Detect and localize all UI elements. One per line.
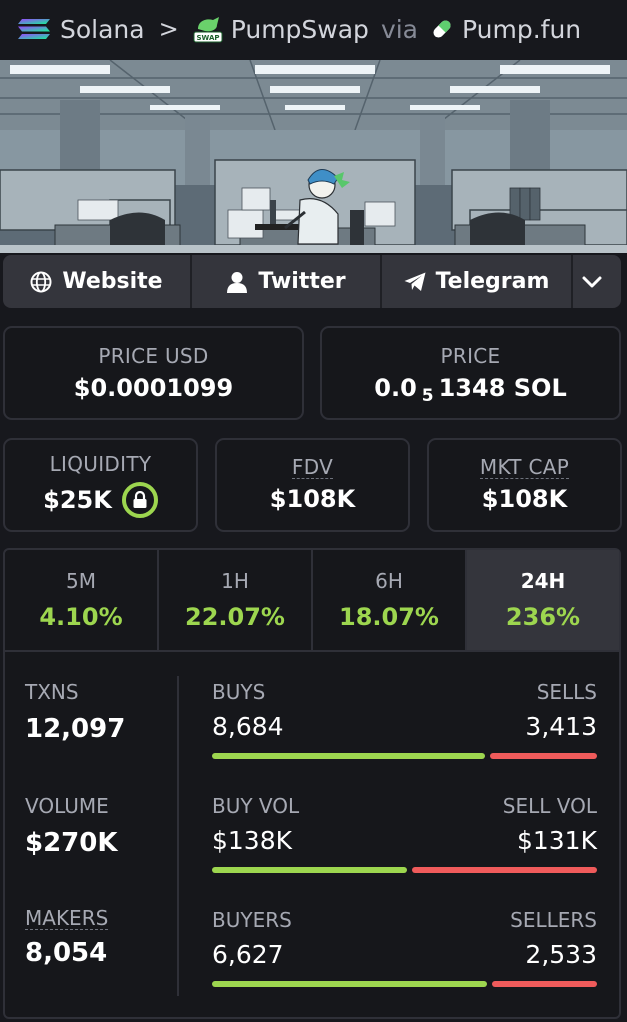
liquidity-label: LIQUIDITY	[49, 452, 152, 476]
sell-vol-value: $131K	[516, 826, 597, 855]
website-button[interactable]: Website	[3, 255, 192, 308]
solana-icon	[18, 19, 50, 39]
trade-stats: TXNS 12,097 VOLUME $270K MAKERS 8,054 BU…	[5, 652, 619, 1021]
pumpswap-icon: SWAP	[193, 17, 223, 43]
mkt-cap-label[interactable]: MKT CAP	[479, 457, 570, 479]
fdv-value: $108K	[269, 485, 356, 513]
chevron-right-icon: >	[158, 15, 179, 43]
breadcrumb: Solana > SWAP PumpSwap via Pump.fun	[0, 0, 627, 58]
sellers-label: SELLERS	[510, 908, 597, 932]
token-banner-image	[0, 60, 627, 253]
sells-label: SELLS	[536, 680, 597, 704]
tab-6h[interactable]: 6H 18.07%	[313, 550, 467, 650]
tab-1h[interactable]: 1H 22.07%	[159, 550, 313, 650]
buy-vol-label: BUY VOL	[212, 794, 300, 818]
buy-vol-value: $138K	[212, 826, 293, 855]
via-label: via	[380, 14, 418, 44]
swap-badge-text: SWAP	[196, 34, 219, 42]
user-icon	[227, 271, 248, 293]
volume-value: $270K	[25, 828, 118, 858]
twitter-button[interactable]: Twitter	[192, 255, 382, 308]
sellers-value: 2,533	[525, 940, 597, 969]
makers-stat: MAKERS 8,054	[25, 907, 109, 968]
sell-vol-bar-fill	[412, 867, 597, 873]
buyers-sellers-bar	[212, 981, 597, 987]
volume-stat: VOLUME $270K	[25, 794, 118, 858]
timeframe-tabs: 5M 4.10% 1H 22.07% 6H 18.07% 24H 236%	[5, 550, 619, 652]
mkt-cap-box: MKT CAP $108K	[427, 438, 622, 532]
mkt-cap-value: $108K	[481, 485, 568, 513]
txns-value: 12,097	[25, 714, 126, 744]
liquidity-value: $25K	[43, 486, 112, 514]
buys-label: BUYS	[212, 680, 266, 704]
txns-label: TXNS	[25, 680, 79, 704]
chevron-down-icon	[582, 276, 602, 287]
price-native-box: PRICE 0.0 5 1348 SOL	[320, 326, 621, 420]
change-1h: 22.07%	[185, 603, 285, 631]
sellers-bar-fill	[492, 981, 597, 987]
social-links-bar: Website Twitter Telegram	[3, 255, 621, 308]
sell-vol-label: SELL VOL	[502, 794, 597, 818]
buy-vol-bar-fill	[212, 867, 407, 873]
change-24h: 236%	[505, 603, 581, 631]
fdv-box: FDV $108K	[215, 438, 410, 532]
tab-5m[interactable]: 5M 4.10%	[5, 550, 159, 650]
tab-24h[interactable]: 24H 236%	[467, 550, 619, 650]
sells-value: 3,413	[525, 712, 597, 741]
makers-label[interactable]: MAKERS	[25, 907, 109, 930]
buys-bar-fill	[212, 753, 485, 759]
more-links-button[interactable]	[573, 255, 621, 308]
price-native-label: PRICE	[440, 344, 501, 368]
makers-value: 8,054	[25, 938, 108, 968]
change-6h: 18.07%	[339, 603, 439, 631]
buys-value: 8,684	[212, 712, 284, 741]
volume-split-bar	[212, 867, 597, 873]
price-usd-label: PRICE USD	[98, 344, 209, 368]
telegram-button[interactable]: Telegram	[382, 255, 573, 308]
buyers-label: BUYERS	[212, 908, 292, 932]
buyers-sellers-stat: BUYERS SELLERS 6,627 2,533	[212, 908, 597, 987]
pill-icon	[433, 20, 451, 38]
change-5m: 4.10%	[39, 603, 123, 631]
volume-label: VOLUME	[25, 794, 109, 818]
paper-plane-icon	[404, 272, 426, 291]
globe-icon	[30, 271, 52, 292]
buys-sells-bar	[212, 753, 597, 759]
stats-divider	[177, 676, 179, 996]
breadcrumb-dex[interactable]: SWAP PumpSwap	[193, 15, 369, 44]
buyers-value: 6,627	[212, 940, 284, 969]
zero-count-subscript: 5	[421, 386, 434, 406]
price-native-value: 0.0 5 1348 SOL	[374, 374, 567, 406]
price-usd-value: $0.0001099	[73, 374, 234, 402]
price-usd-box: PRICE USD $0.0001099	[3, 326, 304, 420]
breadcrumb-platform[interactable]: Pump.fun	[430, 15, 581, 44]
volume-split-stat: BUY VOL SELL VOL $138K $131K	[212, 794, 597, 873]
txns-stat: TXNS 12,097	[25, 680, 125, 744]
liquidity-box: LIQUIDITY $25K	[3, 438, 198, 532]
fdv-label[interactable]: FDV	[291, 457, 334, 479]
buys-sells-stat: BUYS SELLS 8,684 3,413	[212, 680, 597, 759]
buyers-bar-fill	[212, 981, 487, 987]
sells-bar-fill	[490, 753, 597, 759]
stats-panel: 5M 4.10% 1H 22.07% 6H 18.07% 24H 236% TX…	[3, 548, 621, 1019]
lock-icon[interactable]	[121, 482, 158, 518]
breadcrumb-chain[interactable]: Solana	[16, 15, 145, 44]
